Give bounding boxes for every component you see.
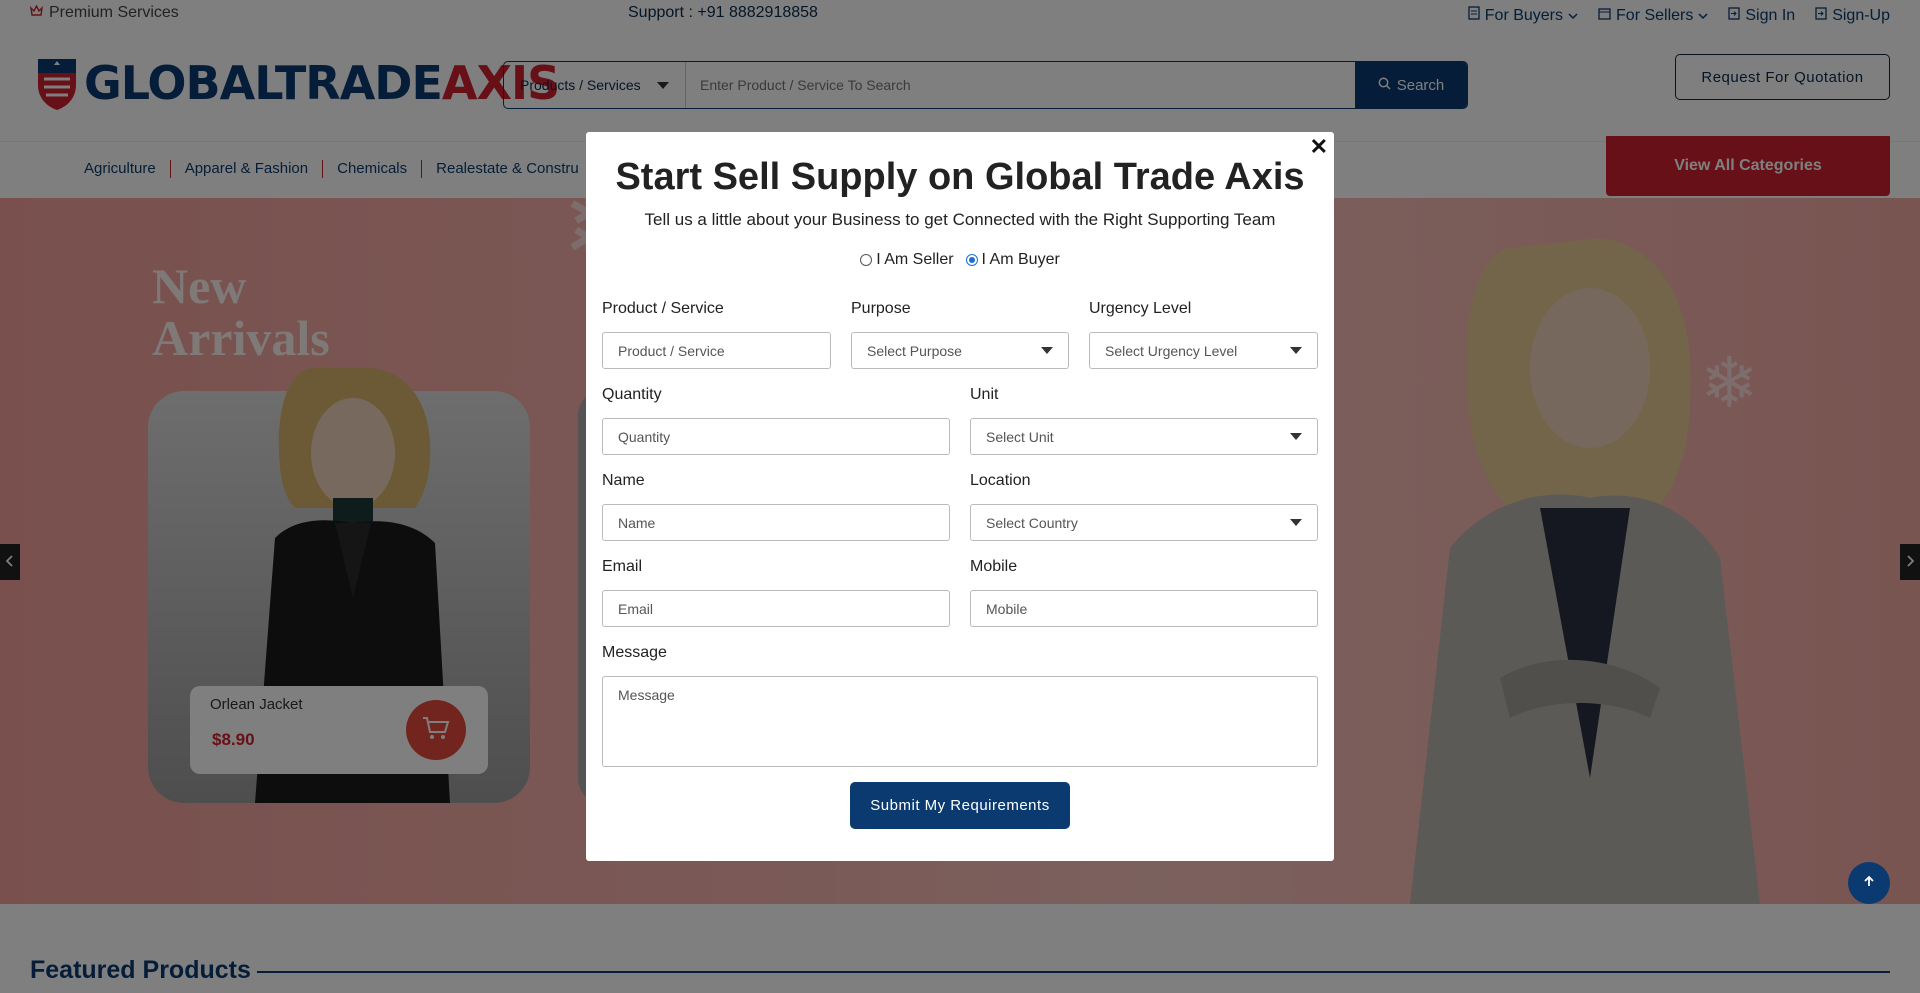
product-label: Product / Service: [602, 300, 724, 317]
name-placeholder: Name: [618, 514, 656, 531]
name-input[interactable]: Name: [602, 504, 950, 541]
location-value: Select Country: [986, 514, 1078, 531]
submit-requirements-button[interactable]: Submit My Requirements: [850, 782, 1070, 829]
name-label: Name: [602, 472, 645, 489]
message-label: Message: [602, 644, 667, 661]
buyer-radio[interactable]: [965, 254, 978, 266]
email-label: Email: [602, 558, 643, 575]
message-placeholder: Message: [618, 687, 675, 703]
seller-radio-option[interactable]: I Am Seller: [860, 251, 954, 269]
urgency-label: Urgency Level: [1089, 300, 1192, 317]
caret-down-icon: [1290, 519, 1302, 526]
product-input[interactable]: Product / Service: [602, 332, 831, 369]
role-radio-group: I Am Seller I Am Buyer: [586, 251, 1334, 269]
message-textarea[interactable]: Message: [602, 676, 1318, 767]
email-placeholder: Email: [618, 600, 654, 617]
caret-down-icon: [1041, 347, 1053, 354]
product-placeholder: Product / Service: [618, 342, 725, 359]
urgency-value: Select Urgency Level: [1105, 342, 1238, 359]
mobile-input[interactable]: Mobile: [970, 590, 1318, 627]
quantity-input[interactable]: Quantity: [602, 418, 950, 455]
mobile-label: Mobile: [970, 558, 1018, 575]
purpose-select[interactable]: Select Purpose: [851, 332, 1069, 369]
mobile-placeholder: Mobile: [986, 600, 1028, 617]
email-input[interactable]: Email: [602, 590, 950, 627]
scroll-to-top-button[interactable]: [1848, 862, 1890, 904]
seller-radio-label: I Am Seller: [876, 251, 954, 268]
seller-radio[interactable]: [860, 254, 873, 266]
quantity-placeholder: Quantity: [618, 428, 671, 445]
purpose-value: Select Purpose: [867, 342, 962, 359]
modal-subtitle: Tell us a little about your Business to …: [644, 210, 1276, 229]
purpose-label: Purpose: [851, 300, 911, 317]
unit-label: Unit: [970, 386, 999, 403]
buyer-radio-option[interactable]: I Am Buyer: [965, 251, 1060, 269]
location-label: Location: [970, 472, 1031, 489]
arrow-up-icon: [1863, 874, 1875, 892]
location-select[interactable]: Select Country: [970, 504, 1318, 541]
unit-select[interactable]: Select Unit: [970, 418, 1318, 455]
requirement-modal: ✕ Start Sell Supply on Global Trade Axis…: [586, 132, 1334, 861]
buyer-radio-label: I Am Buyer: [981, 251, 1060, 268]
quantity-label: Quantity: [602, 386, 662, 403]
urgency-select[interactable]: Select Urgency Level: [1089, 332, 1318, 369]
caret-down-icon: [1290, 347, 1302, 354]
modal-title: Start Sell Supply on Global Trade Axis: [615, 156, 1305, 198]
unit-value: Select Unit: [986, 428, 1054, 445]
caret-down-icon: [1290, 433, 1302, 440]
